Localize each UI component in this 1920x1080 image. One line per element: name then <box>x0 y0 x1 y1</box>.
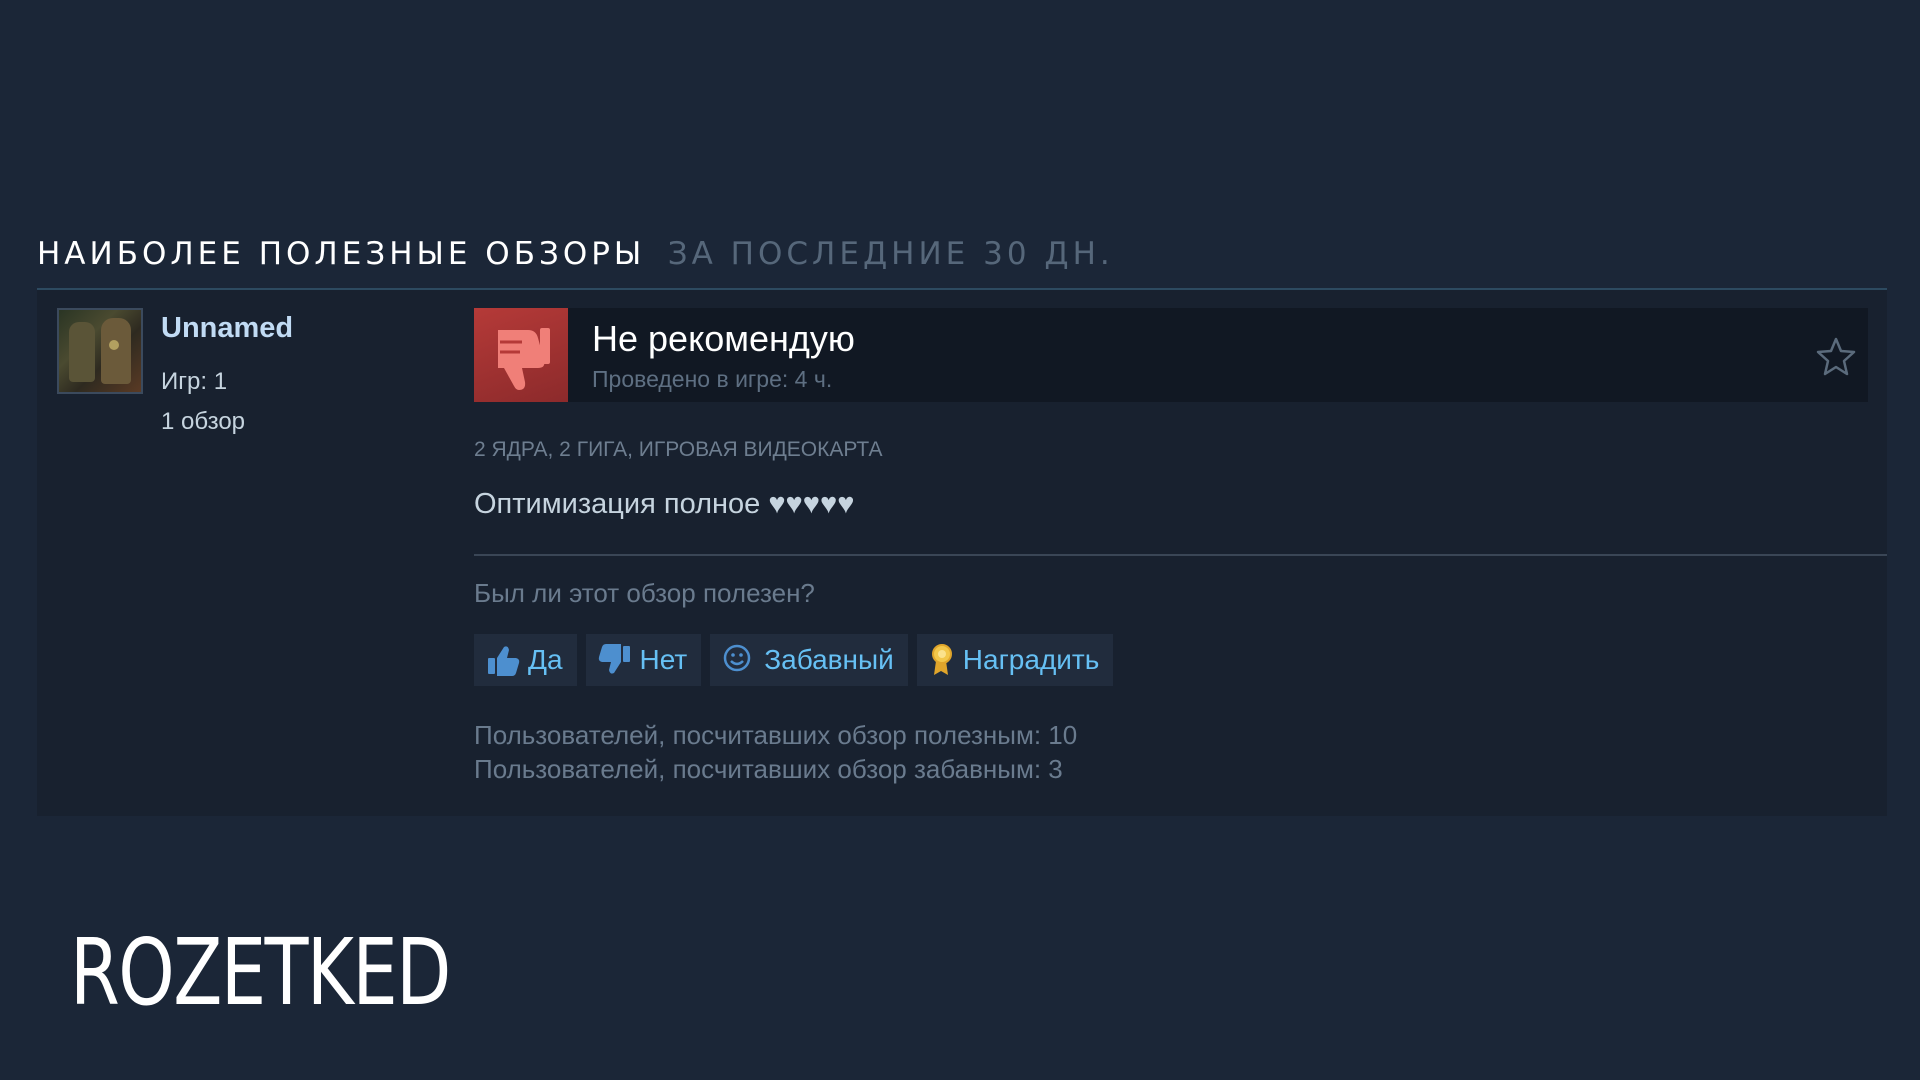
avatar[interactable] <box>57 308 143 394</box>
helpful-question: Был ли этот обзор полезен? <box>474 578 815 608</box>
reviewer-name[interactable]: Unnamed <box>161 312 293 345</box>
playtime: Проведено в игре: 4 ч. <box>592 366 833 392</box>
award-icon <box>931 644 952 675</box>
vote-buttons: Да Нет Забавный Наградить <box>474 634 1114 686</box>
smiley-icon <box>723 644 751 672</box>
divider <box>474 554 1887 556</box>
vote-funny-label: Забавный <box>764 644 894 675</box>
review-card: Unnamed Игр: 1 1 обзор Не рекомендую Про… <box>37 290 1887 816</box>
vote-no-button[interactable]: Нет <box>585 634 702 686</box>
award-label: Наградить <box>962 644 1100 675</box>
vote-funny-button[interactable]: Забавный <box>710 634 908 686</box>
vote-no-label: Нет <box>639 644 688 675</box>
thumbs-up-icon <box>488 646 520 676</box>
thumbs-down-icon <box>598 644 630 674</box>
review-text: Оптимизация полное ♥♥♥♥♥ <box>474 488 855 520</box>
reviewer-reviews-count[interactable]: 1 обзор <box>161 408 245 436</box>
vote-yes-button[interactable]: Да <box>474 634 577 686</box>
section-header: НАИБОЛЕЕ ПОЛЕЗНЫЕ ОБЗОРЫ ЗА ПОСЛЕДНИЕ 30… <box>37 224 1887 290</box>
verdict-title: Не рекомендую <box>592 318 855 359</box>
helpful-count: Пользователей, посчитавших обзор полезны… <box>474 720 1078 750</box>
star-icon[interactable] <box>1816 336 1856 376</box>
review-stats: Пользователей, посчитавших обзор полезны… <box>474 718 1077 786</box>
reviewer-games-count[interactable]: Игр: 1 <box>161 368 227 396</box>
review-product-line: 2 ЯДРА, 2 ГИГА, ИГРОВАЯ ВИДЕОКАРТА <box>474 438 883 461</box>
award-button[interactable]: Наградить <box>916 634 1114 686</box>
thumbs-down-icon <box>474 308 568 402</box>
vote-header[interactable]: Не рекомендую Проведено в игре: 4 ч. <box>474 308 1868 402</box>
funny-count: Пользователей, посчитавших обзор забавны… <box>474 754 1063 784</box>
section-period: ЗА ПОСЛЕДНИЕ 30 ДН. <box>667 236 1114 272</box>
section-title: НАИБОЛЕЕ ПОЛЕЗНЫЕ ОБЗОРЫ <box>37 236 646 272</box>
watermark-logo: ROZETKED <box>70 919 451 1026</box>
vote-yes-label: Да <box>528 644 563 675</box>
